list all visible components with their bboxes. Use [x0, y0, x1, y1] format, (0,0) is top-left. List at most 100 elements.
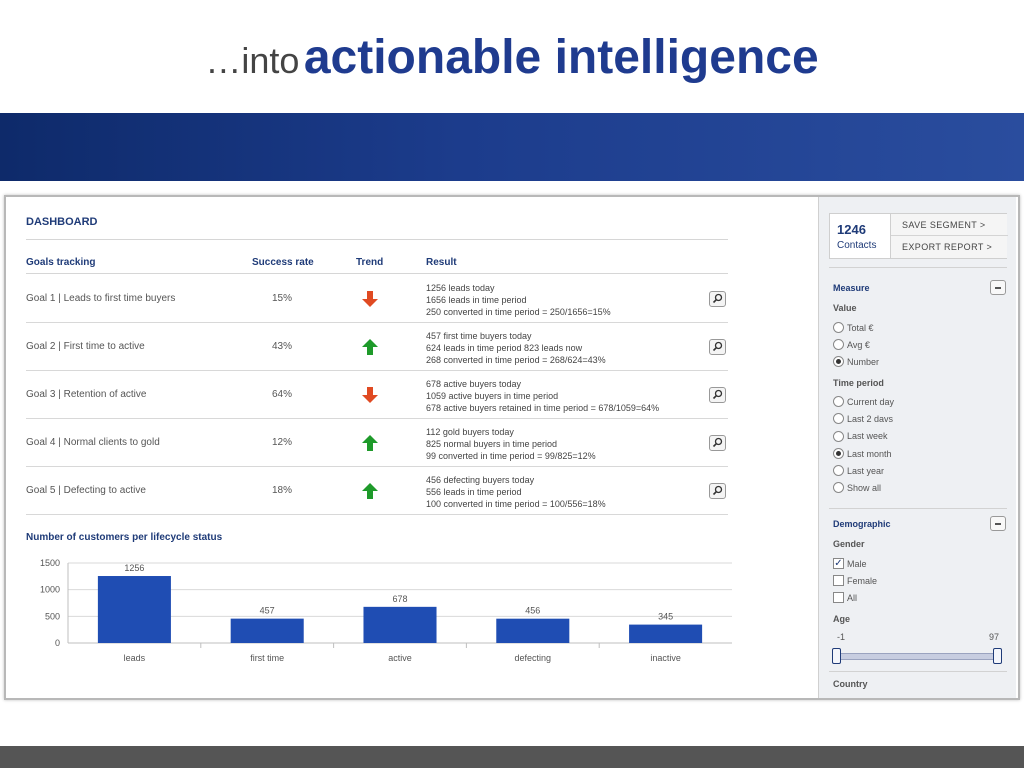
- time-period-option[interactable]: Last month: [833, 447, 892, 461]
- radio-button[interactable]: [833, 339, 844, 351]
- goal-result: 678 active buyers today 1059 active buyer…: [426, 378, 659, 414]
- divider: [26, 239, 728, 240]
- result-line: 1256 leads today: [426, 283, 495, 293]
- age-max-handle[interactable]: [993, 648, 1002, 664]
- result-line: 678 active buyers today: [426, 379, 522, 389]
- radio-button[interactable]: [833, 430, 844, 442]
- gender-option-label: Male: [847, 559, 867, 569]
- gender-label: Gender: [833, 539, 865, 549]
- collapse-measure-button[interactable]: [990, 280, 1006, 295]
- demographic-heading: Demographic: [833, 519, 891, 529]
- dashboard-main: DASHBOARD Goals tracking Success rate Tr…: [6, 197, 816, 698]
- magnifier-icon[interactable]: [709, 483, 726, 499]
- table-header-divider: [26, 273, 728, 274]
- bar: [230, 618, 304, 643]
- age-min: -1: [837, 632, 846, 642]
- magnifier-icon[interactable]: [709, 387, 726, 403]
- radio-button[interactable]: [833, 322, 844, 334]
- contacts-label: Contacts: [837, 240, 877, 251]
- age-max: 97: [989, 632, 1000, 642]
- data-label: 1256: [124, 563, 144, 573]
- result-line: 250 converted in time period = 250/1656=…: [426, 307, 611, 317]
- time-period-option-label: Last 2 davs: [847, 414, 894, 425]
- x-tick-label: inactive: [650, 653, 681, 663]
- radio-button[interactable]: [833, 447, 844, 459]
- time-period-option[interactable]: Last 2 davs: [833, 413, 893, 426]
- x-tick-label: first time: [250, 653, 284, 663]
- divider: [829, 508, 1007, 509]
- result-line: 268 converted in time period = 268/624=4…: [426, 355, 606, 365]
- goal-result: 457 first time buyers today 624 leads in …: [426, 330, 606, 366]
- result-line: 100 converted in time period = 100/556=1…: [426, 499, 606, 509]
- goal-row: Goal 4 | Normal clients to gold 12% 112 go…: [26, 419, 728, 467]
- time-period-option-label: Last year: [847, 465, 885, 476]
- bar: [496, 618, 570, 643]
- gender-option[interactable]: ✓ Male: [833, 558, 867, 571]
- time-period-option[interactable]: Current day: [833, 396, 894, 409]
- checkbox[interactable]: ✓: [833, 558, 844, 570]
- time-period-option[interactable]: Last week: [833, 430, 888, 443]
- checkbox[interactable]: [833, 592, 844, 604]
- y-tick-label: 1000: [40, 585, 60, 595]
- radio-button[interactable]: [833, 396, 844, 408]
- radio-button[interactable]: [833, 464, 844, 476]
- value-option[interactable]: Number: [833, 356, 879, 369]
- radio-button[interactable]: [833, 413, 844, 425]
- footer-band: [0, 746, 1024, 768]
- value-option-label: Total €: [847, 323, 874, 333]
- value-option[interactable]: Avg €: [833, 339, 870, 352]
- radio-button[interactable]: [833, 356, 844, 368]
- y-tick-label: 0: [55, 638, 60, 648]
- time-period-option[interactable]: Last year: [833, 464, 885, 478]
- goal-result: 456 defecting buyers today 556 leads in t…: [426, 474, 606, 510]
- result-line: 457 first time buyers today: [426, 331, 532, 341]
- measure-heading: Measure: [833, 283, 870, 293]
- header-band: [0, 113, 1024, 181]
- time-period-label: Time period: [833, 378, 884, 388]
- country-label: Country: [833, 679, 868, 689]
- collapse-demographic-button[interactable]: [990, 516, 1006, 531]
- age-label: Age: [833, 614, 851, 624]
- col-goals-tracking: Goals tracking: [26, 257, 96, 268]
- dashboard-title: DASHBOARD: [26, 216, 98, 228]
- time-period-option[interactable]: Show all: [833, 482, 881, 495]
- checkbox[interactable]: [833, 575, 844, 587]
- goal-row: Goal 2 | First time to active 43% 457 firs…: [26, 323, 728, 371]
- magnifier-icon[interactable]: [709, 339, 726, 355]
- age-min-handle[interactable]: [832, 648, 841, 664]
- value-option-label: Number: [847, 357, 880, 367]
- goal-row: Goal 5 | Defecting to active 18% 456 defec…: [26, 467, 728, 515]
- goal-success-rate: 12%: [271, 437, 292, 448]
- result-line: 112 gold buyers today: [426, 427, 514, 437]
- goal-label: Goal 5 | Defecting to active: [26, 485, 146, 496]
- col-trend: Trend: [356, 257, 384, 268]
- goal-label: Goal 3 | Retention of active: [26, 389, 147, 400]
- goal-row: Goal 3 | Retention of active 64% 678 activ…: [26, 371, 728, 419]
- radio-button[interactable]: [833, 482, 844, 494]
- result-line: 456 defecting buyers today: [426, 475, 535, 485]
- value-option-label: Avg €: [847, 340, 870, 350]
- x-tick-label: defecting: [515, 653, 552, 663]
- gender-option[interactable]: All: [833, 592, 857, 605]
- save-segment-button[interactable]: SAVE SEGMENT >: [891, 214, 1008, 236]
- gender-option[interactable]: Female: [833, 575, 877, 588]
- magnifier-icon[interactable]: [709, 435, 726, 451]
- divider: [829, 267, 1007, 268]
- age-range-slider[interactable]: [835, 653, 999, 660]
- result-line: 825 normal buyers in time period: [426, 439, 558, 449]
- bar: [97, 576, 171, 643]
- x-tick-label: active: [388, 653, 412, 663]
- trend-up-arrow-icon: [362, 339, 378, 355]
- magnifier-icon[interactable]: [709, 291, 726, 307]
- y-tick-label: 500: [45, 611, 60, 621]
- result-line: 1656 leads in time period: [426, 295, 527, 305]
- goal-label: Goal 2 | First time to active: [26, 341, 145, 352]
- value-label: Value: [833, 303, 857, 313]
- time-period-option-label: Current day: [847, 397, 895, 407]
- col-result: Result: [426, 257, 457, 268]
- goal-success-rate: 18%: [271, 485, 292, 496]
- goal-label: Goal 4 | Normal clients to gold: [26, 437, 160, 448]
- export-report-button[interactable]: EXPORT REPORT >: [891, 236, 1008, 258]
- value-option[interactable]: Total €: [833, 322, 874, 335]
- data-label: 678: [392, 594, 407, 604]
